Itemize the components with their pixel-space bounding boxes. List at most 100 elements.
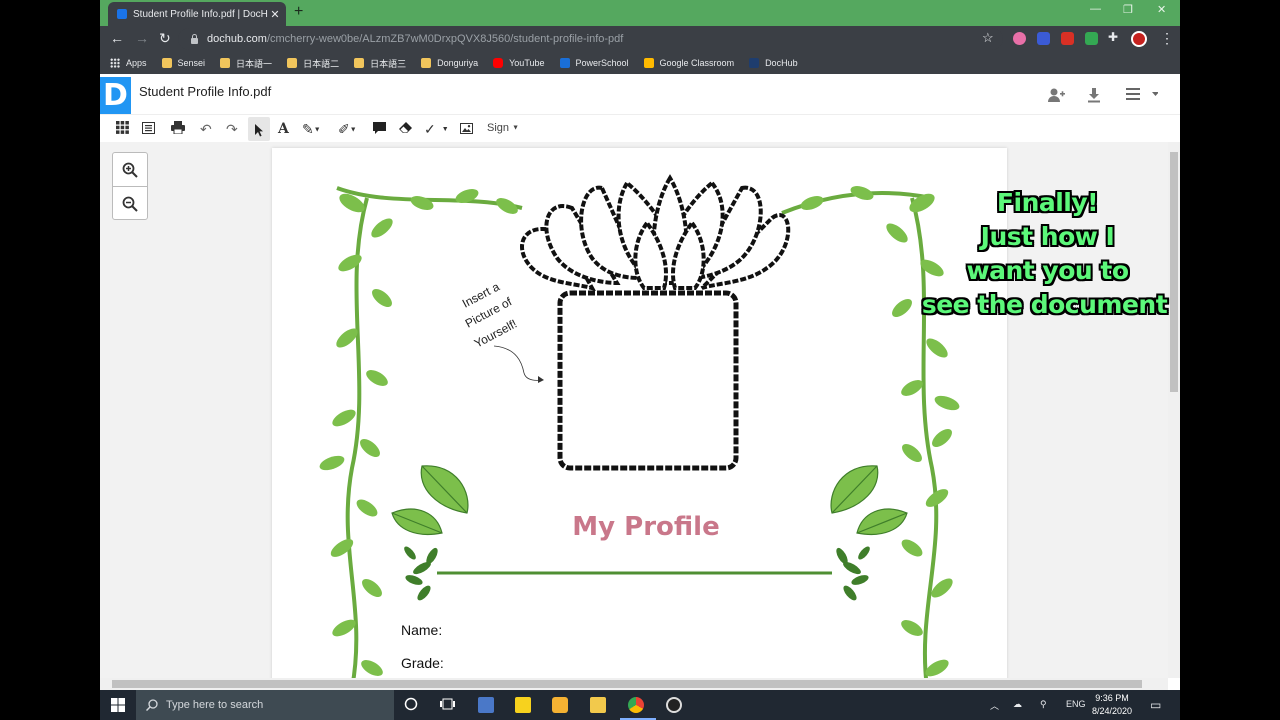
image-insert-icon[interactable] (460, 120, 473, 138)
language-indicator[interactable]: ENG (1066, 699, 1086, 709)
taskbar-search-box[interactable]: Type here to search (136, 690, 394, 720)
start-button[interactable] (100, 690, 136, 720)
folder-icon (220, 58, 231, 68)
highlighter-icon[interactable]: ✐▼ (338, 120, 357, 138)
dochub-logo[interactable]: D (100, 77, 131, 114)
bookmark-label: PowerSchool (575, 58, 629, 68)
new-tab-button[interactable]: + (294, 3, 303, 21)
my-profile-heading: My Profile (572, 512, 719, 542)
bookmark-nihongo-3[interactable]: 日本語三 (354, 57, 406, 70)
back-arrow-icon[interactable]: ← (110, 30, 124, 46)
restore-button[interactable]: ❐ (1123, 3, 1133, 16)
clock-time: 9:36 PM (1095, 693, 1129, 703)
bookmarks-bar: Apps Sensei 日本語一 日本語二 日本語三 Donguriya You… (100, 52, 1180, 74)
system-clock[interactable]: 9:36 PM 8/24/2020 (1092, 692, 1132, 718)
caption-line: Finally! (996, 188, 1099, 217)
horizontal-scrollbar[interactable] (100, 678, 1168, 690)
bookmark-youtube[interactable]: YouTube (493, 58, 545, 68)
sign-label: Sign (487, 122, 510, 134)
comment-icon[interactable] (373, 120, 386, 138)
zoom-out-icon (122, 196, 138, 212)
obs-icon[interactable] (666, 697, 682, 713)
notifications-icon[interactable]: ▭ (1150, 698, 1161, 712)
windows-taskbar: Type here to search ︿ ☁ ⚲ ENG 9:36 PM 8/… (100, 690, 1180, 720)
media-player-icon[interactable] (552, 697, 568, 713)
caption-line: Just how I (980, 222, 1115, 251)
search-icon (146, 699, 158, 711)
page-artwork: Insert a Picture of Yourself! My Profile (319, 174, 960, 688)
cortana-icon[interactable] (404, 697, 420, 713)
undo-icon[interactable]: ↶ (200, 120, 212, 138)
bookmark-label: 日本語三 (370, 58, 407, 69)
calculator-icon[interactable] (478, 697, 494, 713)
chrome-icon[interactable] (628, 697, 644, 713)
video-caption-overlay: Finally! Just how I want you to see the … (920, 186, 1175, 322)
tab-close-icon[interactable]: ✕ (268, 8, 282, 21)
pdf-page[interactable]: Insert a Picture of Yourself! My Profile (272, 148, 1007, 688)
bookmark-dochub[interactable]: DocHub (749, 58, 798, 68)
minimize-button[interactable]: — (1090, 3, 1101, 15)
bookmark-apps[interactable]: Apps (110, 58, 147, 68)
google-classroom-icon (643, 58, 654, 68)
bookmark-sensei[interactable]: Sensei (161, 58, 206, 68)
desktop: Student Profile Info.pdf | DocHub ✕ + — … (0, 0, 1280, 720)
print-icon[interactable] (171, 120, 185, 138)
download-icon[interactable] (1087, 87, 1101, 108)
file-explorer-icon[interactable] (590, 697, 606, 713)
extensions-puzzle-icon[interactable]: ✚ (1108, 30, 1118, 44)
succulent-illustration (520, 174, 791, 292)
redo-icon[interactable]: ↷ (226, 120, 238, 138)
bookmark-powerschool[interactable]: PowerSchool (559, 58, 629, 68)
browser-toolbar: ← → ↻ dochub.com/cmcherry-wew0be/ALzmZB7… (100, 26, 1180, 52)
document-title[interactable]: Student Profile Info.pdf (139, 84, 271, 99)
close-window-button[interactable]: ✕ (1157, 3, 1166, 16)
bookmark-label: Apps (126, 58, 147, 68)
leaf-cluster-left (391, 465, 469, 536)
zoom-out-button[interactable] (113, 187, 147, 221)
bookmark-label: YouTube (509, 58, 545, 68)
thumbnails-grid-icon[interactable] (116, 120, 129, 138)
checkmark-icon[interactable]: ✓ ▼ (424, 120, 449, 138)
extension-red-icon[interactable] (1061, 32, 1074, 45)
draw-pen-icon[interactable]: ✎▼ (302, 120, 321, 138)
outline-list-icon[interactable] (142, 120, 155, 138)
sticky-notes-icon[interactable] (515, 697, 531, 713)
horizontal-scroll-thumb[interactable] (112, 680, 1142, 688)
forward-arrow-icon[interactable]: → (135, 30, 149, 46)
reload-icon[interactable]: ↻ (159, 30, 171, 47)
address-bar[interactable]: dochub.com/cmcherry-wew0be/ALzmZB7wM0Drx… (178, 28, 1003, 50)
tab-title: Student Profile Info.pdf | DocHub (133, 8, 268, 20)
dochub-header: D Student Profile Info.pdf (100, 77, 1180, 115)
zoom-in-button[interactable] (113, 153, 147, 187)
bookmark-google-classroom[interactable]: Google Classroom (643, 58, 735, 68)
bookmark-star-icon[interactable]: ☆ (982, 30, 994, 46)
browser-tab-active[interactable]: Student Profile Info.pdf | DocHub ✕ (108, 2, 286, 26)
bookmark-donguriya[interactable]: Donguriya (421, 58, 478, 68)
browser-menu-icon[interactable]: ⋮ (1160, 30, 1174, 47)
dochub-icon (749, 58, 760, 68)
bookmark-label: Google Classroom (659, 58, 735, 68)
network-icon[interactable]: ⚲ (1040, 699, 1047, 710)
bookmark-nihongo-2[interactable]: 日本語二 (287, 57, 339, 70)
sign-dropdown[interactable]: Sign ▼ (487, 122, 519, 134)
url-host: dochub.com (207, 33, 267, 45)
text-tool-icon[interactable]: A (278, 120, 289, 138)
share-user-icon[interactable] (1047, 87, 1065, 108)
profile-avatar-icon[interactable] (1131, 31, 1147, 47)
apps-grid-icon (110, 58, 120, 68)
task-view-icon[interactable] (440, 697, 456, 713)
extension-green-icon[interactable] (1085, 32, 1098, 45)
onedrive-cloud-icon[interactable]: ☁ (1013, 699, 1022, 710)
extension-flower-icon[interactable] (1013, 32, 1026, 45)
divider-with-sprigs (404, 546, 870, 601)
bookmark-nihongo-1[interactable]: 日本語一 (220, 57, 272, 70)
select-pointer-icon[interactable] (248, 117, 270, 141)
bookmark-label: 日本語一 (236, 58, 273, 69)
hamburger-menu-icon[interactable] (1126, 87, 1159, 106)
powerschool-icon (559, 58, 570, 68)
tray-overflow-icon[interactable]: ︿ (990, 699, 999, 712)
eraser-icon[interactable] (399, 120, 412, 138)
bookmark-label: Sensei (177, 58, 206, 68)
extension-grid-icon[interactable] (1037, 32, 1050, 45)
search-placeholder: Type here to search (166, 699, 264, 711)
